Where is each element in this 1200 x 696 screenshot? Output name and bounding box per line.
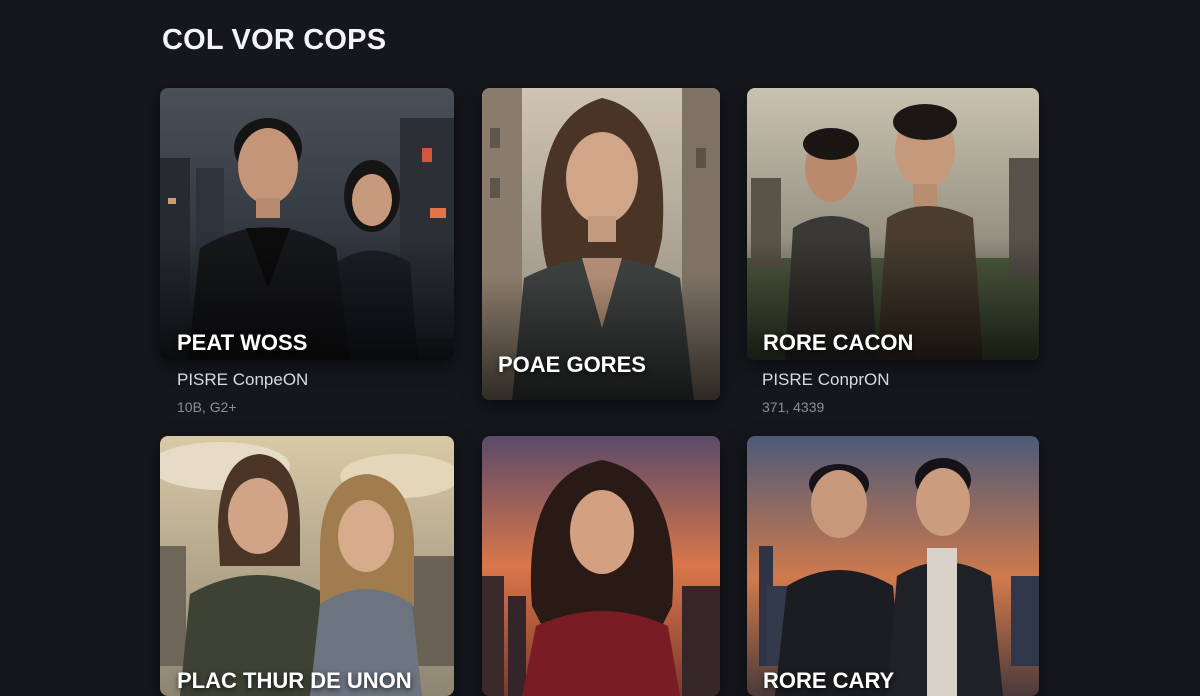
show-title: RORE CARY bbox=[763, 668, 895, 693]
show-count: 10B, G2+ bbox=[177, 399, 237, 415]
show-meta: PISRE ConprON bbox=[762, 370, 890, 389]
show-card-5[interactable] bbox=[482, 436, 720, 696]
page-title: COL VOR COPS bbox=[162, 24, 387, 56]
show-card-2[interactable]: POAE GORES bbox=[482, 88, 720, 400]
show-title: RORE CACON bbox=[763, 330, 914, 355]
show-poster-image bbox=[747, 88, 1039, 360]
show-card-6[interactable]: RORE CARY bbox=[747, 436, 1039, 696]
show-title: PEAT WOSS bbox=[177, 330, 308, 355]
show-title: POAE GORES bbox=[498, 352, 646, 377]
show-poster-image bbox=[160, 88, 454, 360]
show-poster-image bbox=[482, 436, 720, 696]
show-card-1[interactable]: PEAT WOSS bbox=[160, 88, 454, 360]
show-card-4[interactable]: PLAC THUR DE UNON bbox=[160, 436, 454, 696]
show-card-3[interactable]: RORE CACON bbox=[747, 88, 1039, 360]
show-title: PLAC THUR DE UNON bbox=[177, 668, 412, 693]
show-poster-image bbox=[747, 436, 1039, 696]
show-count: 371, 4339 bbox=[762, 399, 825, 415]
show-poster-image bbox=[160, 436, 454, 696]
show-meta: PISRE ConpeON bbox=[177, 370, 309, 389]
